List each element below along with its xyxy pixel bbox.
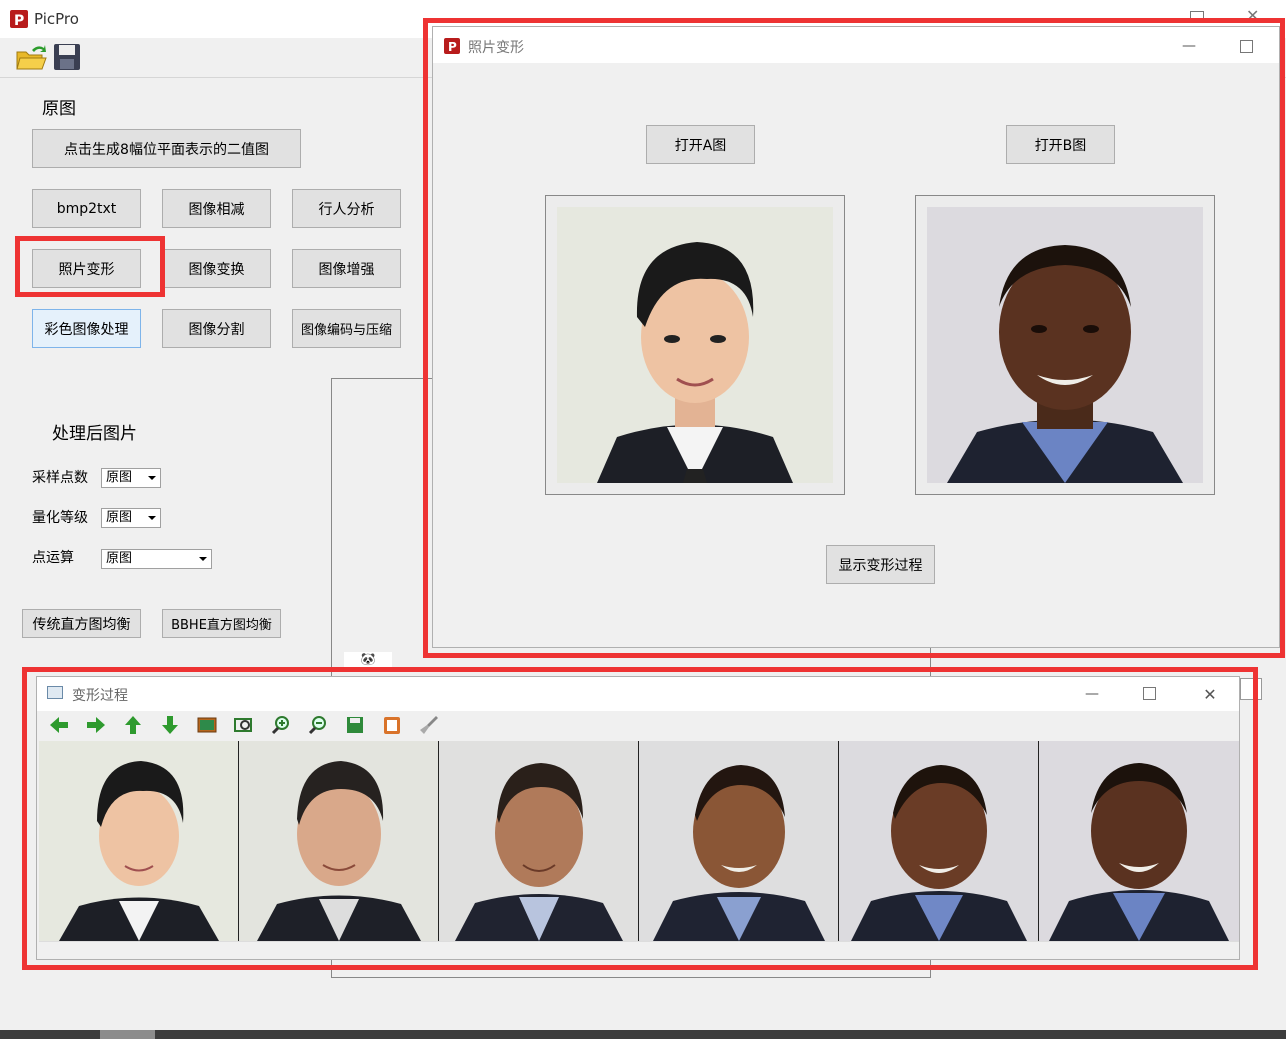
open-a-button[interactable]: 打开A图 — [646, 125, 755, 164]
sampling-select[interactable]: 原图 — [101, 468, 161, 488]
clipboard-icon[interactable] — [380, 713, 404, 737]
image-b-photo — [927, 207, 1203, 483]
processed-image-label: 处理后图片 — [52, 424, 137, 444]
process-window: 变形过程 — ✕ — [36, 676, 1240, 960]
image-icon[interactable] — [195, 713, 219, 737]
morph-frame-3 — [439, 741, 639, 941]
bbhe-button[interactable]: BBHE直方图均衡 — [162, 609, 281, 638]
main-window-title: PicPro — [34, 10, 79, 28]
panda-icon: 🐼 — [344, 652, 392, 670]
minimize-icon[interactable]: — — [1166, 31, 1212, 61]
open-b-button[interactable]: 打开B图 — [1006, 125, 1115, 164]
scrollbar-thumb[interactable] — [100, 1030, 155, 1039]
app-logo-icon: P — [443, 37, 463, 55]
brush-icon[interactable] — [417, 713, 441, 737]
color-processing-button[interactable]: 彩色图像处理 — [32, 309, 141, 348]
morph-frame-6 — [1039, 741, 1239, 941]
process-toolbar — [37, 713, 1239, 741]
point-operation-label: 点运算 — [32, 550, 74, 566]
image-enhance-button[interactable]: 图像增强 — [292, 249, 401, 288]
point-operation-select[interactable]: 原图 — [101, 549, 212, 569]
process-scrollbar[interactable] — [39, 941, 1239, 958]
sampling-label: 采样点数 — [32, 470, 88, 486]
chevron-down-icon — [148, 516, 156, 520]
process-window-title: 变形过程 — [72, 688, 128, 704]
window-icon — [47, 686, 63, 699]
svg-text:P: P — [14, 13, 24, 29]
process-title-bar: 变形过程 — ✕ — [37, 677, 1239, 711]
zoom-out-icon[interactable] — [306, 713, 330, 737]
morph-frames-strip — [39, 741, 1239, 941]
pedestrian-analysis-button[interactable]: 行人分析 — [292, 189, 401, 228]
main-close-icon[interactable]: ✕ — [1246, 6, 1259, 25]
photo-morph-button[interactable]: 照片变形 — [32, 249, 141, 288]
morph-frame-1 — [39, 741, 239, 941]
open-folder-icon[interactable] — [14, 42, 48, 72]
histogram-equalize-button[interactable]: 传统直方图均衡 — [22, 609, 141, 638]
chevron-down-icon — [199, 557, 207, 561]
show-process-button[interactable]: 显示变形过程 — [826, 545, 935, 584]
arrow-up-icon[interactable] — [121, 713, 145, 737]
main-maximize-icon[interactable] — [1190, 11, 1204, 23]
image-subtract-button[interactable]: 图像相减 — [162, 189, 271, 228]
quantization-label: 量化等级 — [32, 510, 88, 526]
save-icon[interactable] — [52, 42, 82, 72]
image-segment-button[interactable]: 图像分割 — [162, 309, 271, 348]
image-b-frame — [915, 195, 1215, 495]
arrow-left-icon[interactable] — [47, 713, 71, 737]
image-transform-button[interactable]: 图像变换 — [162, 249, 271, 288]
morph-window-title: 照片变形 — [468, 40, 524, 56]
morph-frame-2 — [239, 741, 439, 941]
bottom-scrollbar[interactable] — [0, 1030, 1286, 1039]
minimize-icon[interactable]: — — [1069, 679, 1115, 709]
image-encode-button[interactable]: 图像编码与压缩 — [292, 309, 401, 348]
morph-window: P 照片变形 — 打开A图 打开B图 显示变形过程 — [432, 26, 1280, 648]
zoom-in-icon[interactable] — [269, 713, 293, 737]
maximize-icon[interactable] — [1240, 40, 1253, 53]
bitplanes-button[interactable]: 点击生成8幅位平面表示的二值图 — [32, 129, 301, 168]
bmp2txt-button[interactable]: bmp2txt — [32, 189, 141, 228]
background-edge-right — [1240, 678, 1262, 700]
morph-title-bar: P 照片变形 — — [433, 27, 1279, 63]
original-image-label: 原图 — [42, 99, 76, 119]
svg-text:P: P — [448, 40, 457, 54]
quantization-select[interactable]: 原图 — [101, 508, 161, 528]
close-icon[interactable]: ✕ — [1187, 679, 1233, 709]
arrow-down-icon[interactable] — [158, 713, 182, 737]
save-icon[interactable] — [343, 713, 367, 737]
chevron-down-icon — [148, 476, 156, 480]
morph-frame-4 — [639, 741, 839, 941]
image-a-frame — [545, 195, 845, 495]
image-a-photo — [557, 207, 833, 483]
morph-frame-5 — [839, 741, 1039, 941]
arrow-right-icon[interactable] — [84, 713, 108, 737]
fit-icon[interactable] — [232, 713, 256, 737]
app-logo-icon: P — [8, 9, 30, 29]
maximize-icon[interactable] — [1143, 687, 1156, 700]
